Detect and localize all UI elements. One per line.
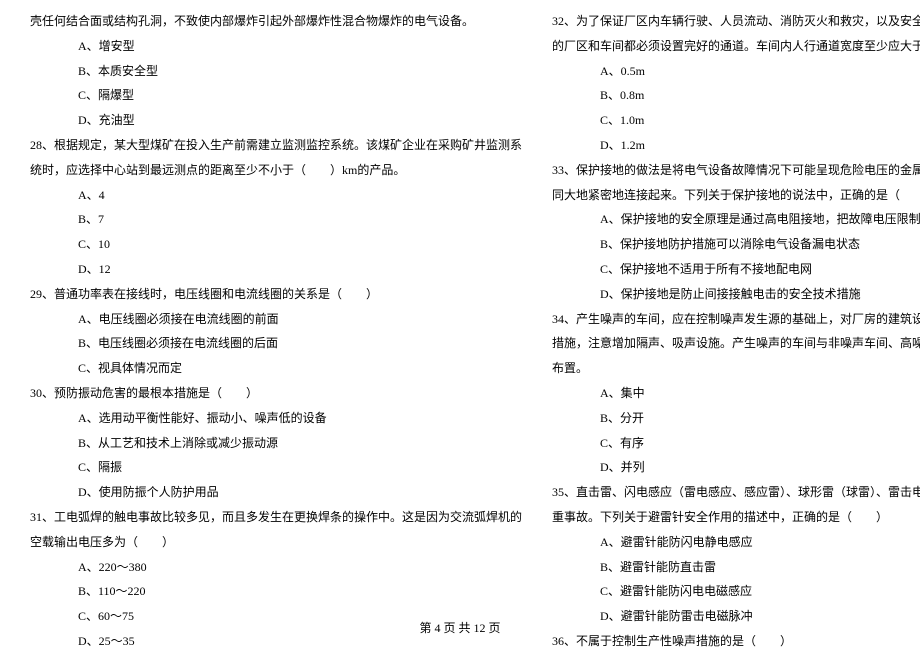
option: B、本质安全型 xyxy=(30,60,522,83)
option: C、视具体情况而定 xyxy=(30,357,522,380)
option: B、7 xyxy=(30,208,522,231)
option: B、保护接地防护措施可以消除电气设备漏电状态 xyxy=(552,233,920,256)
option: C、隔振 xyxy=(30,456,522,479)
option: C、保护接地不适用于所有不接地配电网 xyxy=(552,258,920,281)
question-34: 34、产生噪声的车间，应在控制噪声发生源的基础上，对厂房的建筑设计采取减轻噪声影… xyxy=(552,308,920,331)
option: A、4 xyxy=(30,184,522,207)
option: D、使用防振个人防护用品 xyxy=(30,481,522,504)
question-33-cont: 同大地紧密地连接起来。下列关于保护接地的说法中，正确的是（ ） xyxy=(552,184,920,207)
option: D、1.2m xyxy=(552,134,920,157)
right-column: 32、为了保证厂区内车辆行驶、人员流动、消防灭火和救灾，以及安全运送材料等需要，… xyxy=(552,10,920,655)
option: D、充油型 xyxy=(30,109,522,132)
option: A、0.5m xyxy=(552,60,920,83)
question-31-cont: 空载输出电压多为（ ） xyxy=(30,531,522,554)
option: C、避雷针能防闪电电磁感应 xyxy=(552,580,920,603)
option: A、220～380 xyxy=(30,556,522,579)
option: A、集中 xyxy=(552,382,920,405)
option: D、12 xyxy=(30,258,522,281)
option: C、10 xyxy=(30,233,522,256)
question-29: 29、普通功率表在接线时，电压线圈和电流线圈的关系是（ ） xyxy=(30,283,522,306)
option: B、分开 xyxy=(552,407,920,430)
left-column: 壳任何结合面或结构孔洞，不致使内部爆炸引起外部爆炸性混合物爆炸的电气设备。 A、… xyxy=(30,10,522,655)
option: A、电压线圈必须接在电流线圈的前面 xyxy=(30,308,522,331)
question-35: 35、直击雷、闪电感应（雷电感应、感应雷）、球形雷（球雷）、雷击电磁脉冲都可能造… xyxy=(552,481,920,504)
option: C、1.0m xyxy=(552,109,920,132)
option: B、电压线圈必须接在电流线圈的后面 xyxy=(30,332,522,355)
question-35-cont: 重事故。下列关于避雷针安全作用的描述中，正确的是（ ） xyxy=(552,506,920,529)
question-28: 28、根据规定，某大型煤矿在投入生产前需建立监测监控系统。该煤矿企业在采购矿井监… xyxy=(30,134,522,157)
option: D、保护接地是防止间接接触电击的安全技术措施 xyxy=(552,283,920,306)
option: A、避雷针能防闪电静电感应 xyxy=(552,531,920,554)
option: B、110～220 xyxy=(30,580,522,603)
question-34-cont2: 布置。 xyxy=(552,357,920,380)
option: A、增安型 xyxy=(30,35,522,58)
option: C、有序 xyxy=(552,432,920,455)
question-33: 33、保护接地的做法是将电气设备故障情况下可能呈现危险电压的金属部位经接地线、接… xyxy=(552,159,920,182)
option: B、避雷针能防直击雷 xyxy=(552,556,920,579)
option: A、选用动平衡性能好、振动小、噪声低的设备 xyxy=(30,407,522,430)
question-intro: 壳任何结合面或结构孔洞，不致使内部爆炸引起外部爆炸性混合物爆炸的电气设备。 xyxy=(30,10,522,33)
question-28-cont: 统时，应选择中心站到最远测点的距离至少不小于（ ）km的产品。 xyxy=(30,159,522,182)
option: A、保护接地的安全原理是通过高电阻接地，把故障电压限制在安全范围以内 xyxy=(552,208,920,231)
question-32: 32、为了保证厂区内车辆行驶、人员流动、消防灭火和救灾，以及安全运送材料等需要，… xyxy=(552,10,920,33)
option: B、从工艺和技术上消除或减少振动源 xyxy=(30,432,522,455)
option: D、并列 xyxy=(552,456,920,479)
option: C、隔爆型 xyxy=(30,84,522,107)
question-30: 30、预防振动危害的最根本措施是（ ） xyxy=(30,382,522,405)
question-31: 31、工电弧焊的触电事故比较多见，而且多发生在更换焊条的操作中。这是因为交流弧焊… xyxy=(30,506,522,529)
question-32-cont: 的厂区和车间都必须设置完好的通道。车间内人行通道宽度至少应大于（ ） xyxy=(552,35,920,58)
page-footer: 第 4 页 共 12 页 xyxy=(0,617,920,640)
question-34-cont: 措施，注意增加隔声、吸声设施。产生噪声的车间与非噪声车间、高噪声与低噪声车间应（… xyxy=(552,332,920,355)
option: B、0.8m xyxy=(552,84,920,107)
